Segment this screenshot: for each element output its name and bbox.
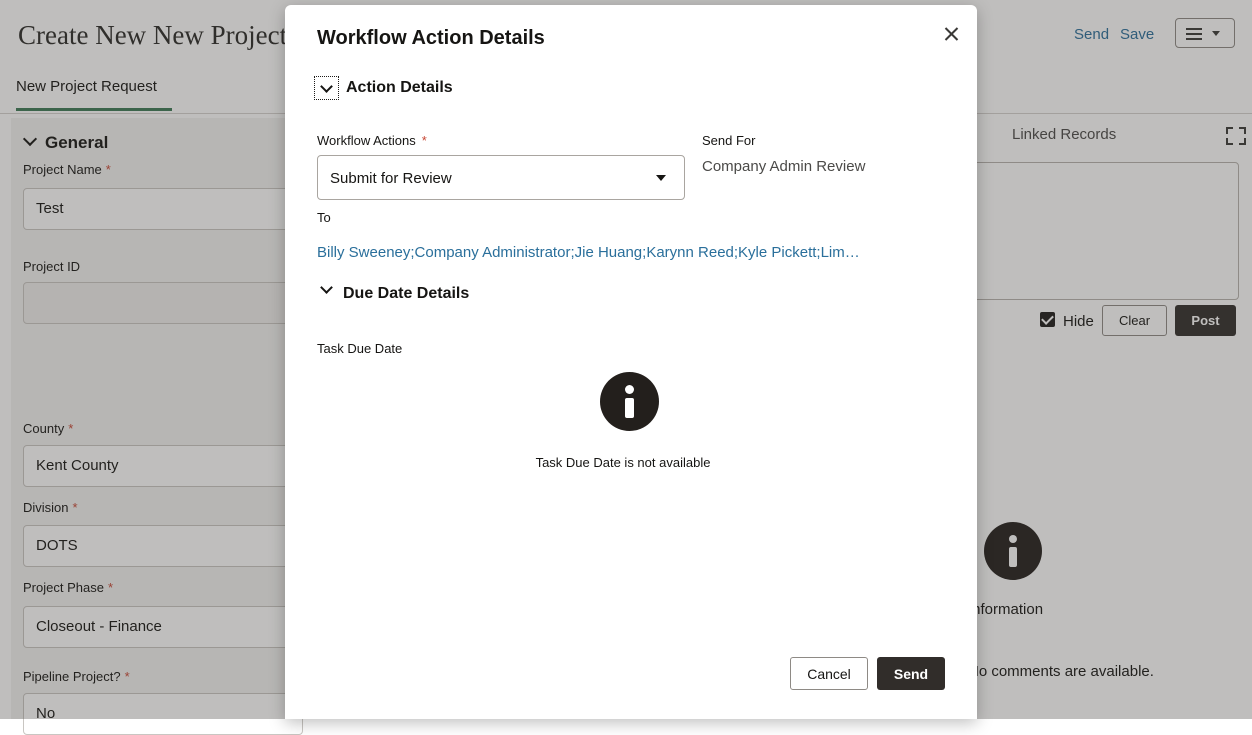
task-due-date-label: Task Due Date xyxy=(317,341,403,356)
info-icon xyxy=(600,372,659,431)
send-for-value: Company Admin Review xyxy=(702,158,866,175)
due-date-heading[interactable]: Due Date Details xyxy=(343,285,469,303)
send-for-label: Send For xyxy=(702,133,756,148)
dialog-title: Workflow Action Details xyxy=(317,27,545,49)
action-details-heading: Action Details xyxy=(346,79,453,96)
workflow-actions-select[interactable]: Submit for Review xyxy=(317,155,685,200)
workflow-actions-value: Submit for Review xyxy=(330,170,452,187)
due-date-chevron-icon[interactable] xyxy=(320,281,333,294)
workflow-actions-label: Workflow Actions * xyxy=(317,133,427,148)
to-label: To xyxy=(317,210,331,225)
workflow-action-dialog: Workflow Action Details Action Details W… xyxy=(285,5,977,719)
chevron-down-icon xyxy=(320,80,333,93)
send-button[interactable]: Send xyxy=(877,657,945,690)
caret-down-icon xyxy=(656,175,666,181)
due-date-empty-text: Task Due Date is not available xyxy=(535,455,711,470)
cancel-button[interactable]: Cancel xyxy=(790,657,868,690)
close-icon[interactable] xyxy=(939,21,965,47)
action-details-toggle[interactable] xyxy=(314,76,339,100)
recipients-link[interactable]: Billy Sweeney;Company Administrator;Jie … xyxy=(317,244,917,261)
